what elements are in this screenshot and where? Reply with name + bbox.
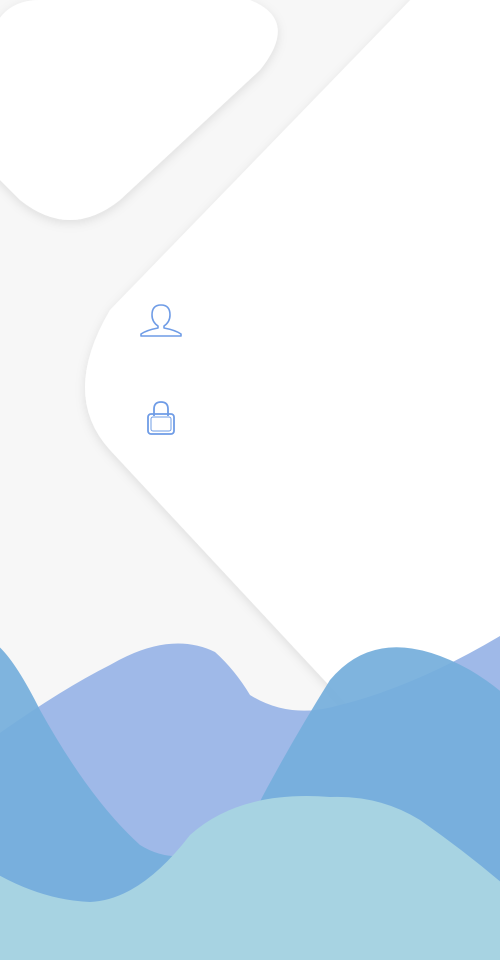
username-field[interactable] — [130, 288, 460, 346]
lock-icon — [139, 394, 183, 438]
user-icon — [139, 296, 183, 340]
login-screen — [0, 0, 500, 960]
background-decoration — [0, 0, 500, 960]
password-field[interactable] — [130, 386, 460, 444]
